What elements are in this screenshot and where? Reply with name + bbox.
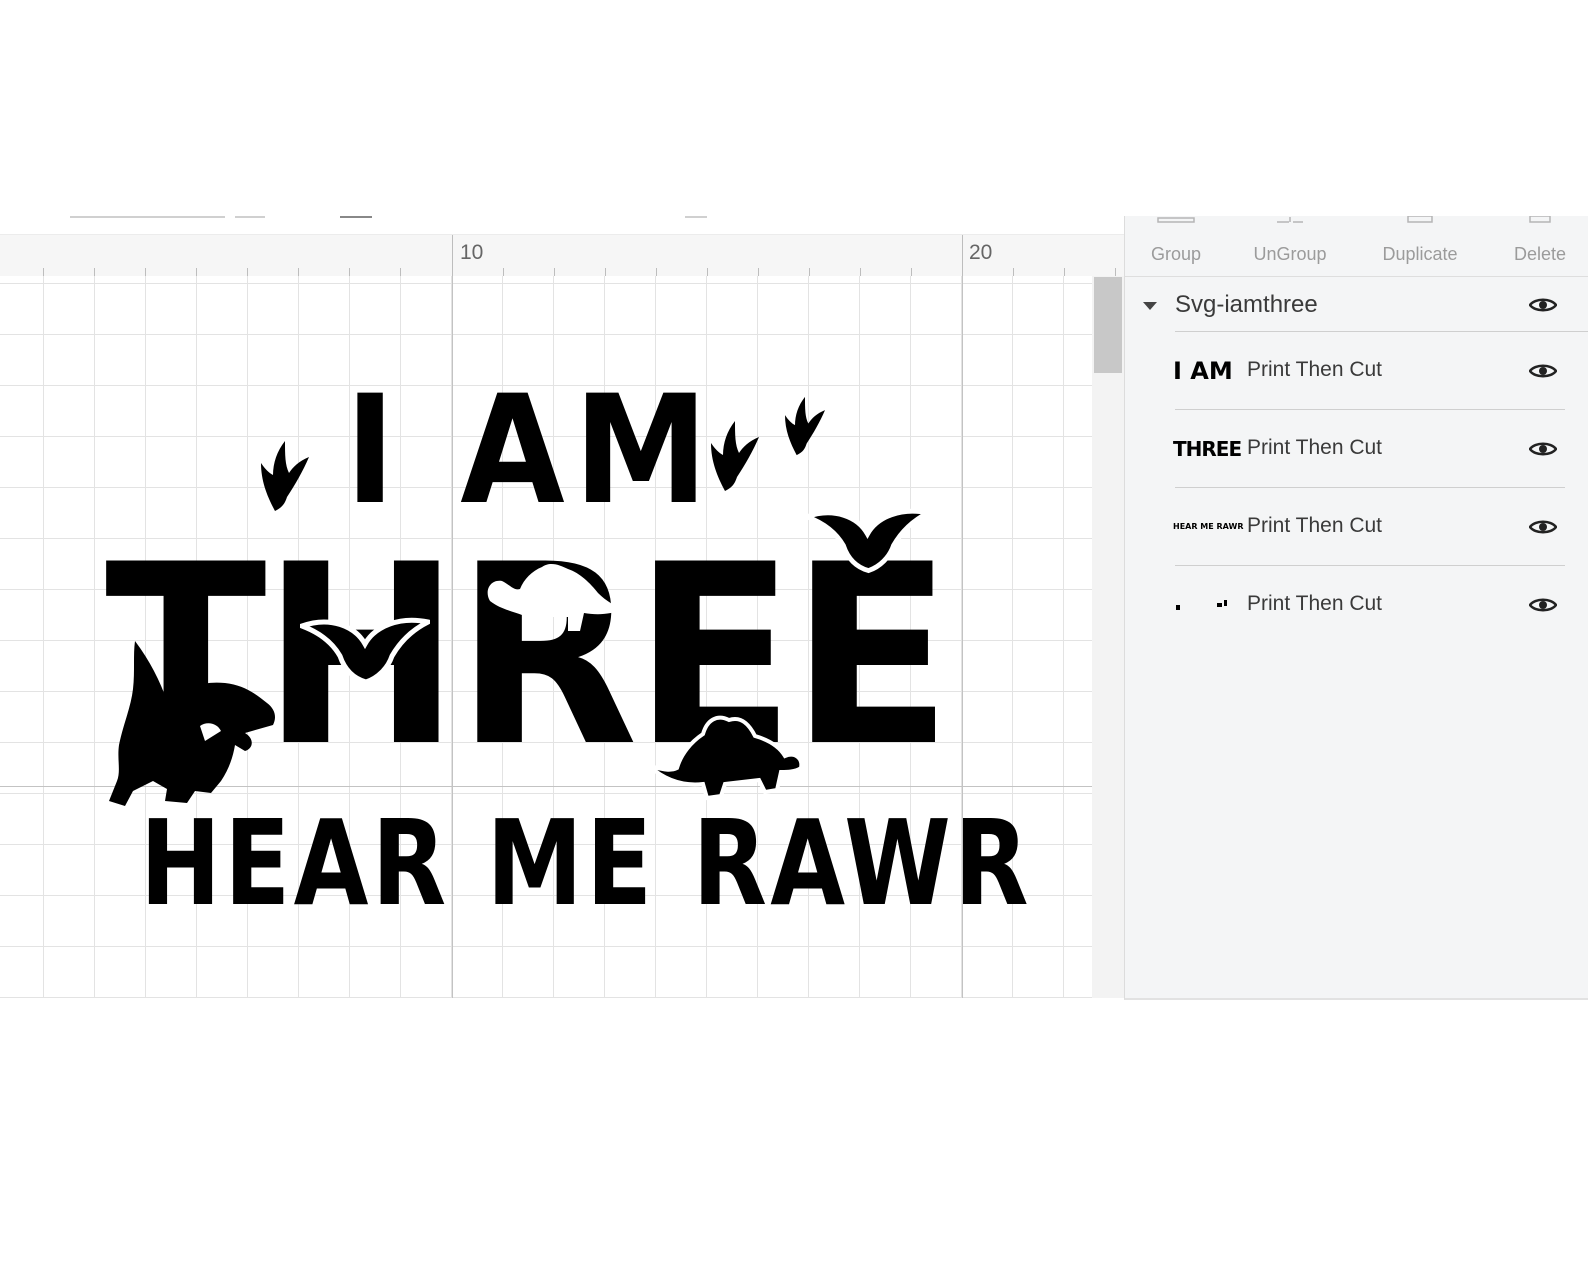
group-button[interactable]: Group: [1141, 216, 1211, 276]
design-text-hear-me-rawr[interactable]: HEAR ME RAWR: [140, 804, 1032, 922]
layer-row[interactable]: HEAR ME RAWR Print Then Cut: [1125, 488, 1588, 566]
layer-thumbnail: [1173, 588, 1233, 622]
layer-thumbnail: I AM: [1173, 354, 1233, 388]
layer-row[interactable]: Print Then Cut: [1125, 566, 1588, 644]
design-text-i-am[interactable]: I AM: [345, 376, 717, 526]
layer-label: Print Then Cut: [1247, 514, 1383, 537]
eye-icon[interactable]: [1529, 440, 1557, 458]
eye-icon[interactable]: [1529, 362, 1557, 380]
ruler-label-10: 10: [460, 241, 484, 264]
duplicate-button-label: Duplicate: [1382, 244, 1458, 264]
pterodactyl-icon: [300, 617, 430, 685]
layers-toolbar: Group UnGroup Duplicate Delete: [1125, 216, 1588, 277]
ungroup-button[interactable]: UnGroup: [1249, 216, 1331, 276]
pterodactyl-icon: [805, 508, 930, 574]
layer-group-row[interactable]: Svg-iamthree: [1125, 276, 1588, 332]
scrollbar-thumb[interactable]: [1094, 277, 1122, 373]
delete-button[interactable]: Delete: [1509, 216, 1571, 276]
caret-down-icon[interactable]: [1142, 301, 1158, 311]
layer-thumbnail-text: HEAR ME RAWR: [1173, 522, 1244, 531]
layer-row[interactable]: THREE Print Then Cut: [1125, 410, 1588, 488]
design-space-app: 10 20 I AM THREE HEAR ME RAWR Group UnGr…: [0, 216, 1588, 1010]
layer-thumbnail-text: THREE: [1173, 437, 1242, 461]
layer-label: Print Then Cut: [1247, 358, 1383, 381]
eye-icon[interactable]: [1529, 596, 1557, 614]
stegosaurus-icon: [645, 715, 804, 801]
layers-panel: Group UnGroup Duplicate Delete Svg-iamth…: [1124, 216, 1588, 1000]
stegosaurus-icon: [487, 563, 624, 631]
canvas-scrollbar[interactable]: [1092, 276, 1125, 998]
delete-button-label: Delete: [1513, 244, 1567, 264]
ungroup-button-label: UnGroup: [1253, 244, 1327, 264]
layer-thumbnail: HEAR ME RAWR: [1173, 510, 1243, 544]
ruler-label-20: 20: [969, 241, 993, 264]
footprint-icon: [261, 441, 309, 511]
duplicate-button[interactable]: Duplicate: [1377, 216, 1463, 276]
delete-icon: [1529, 216, 1551, 223]
ungroup-icon: [1277, 217, 1303, 223]
layer-row[interactable]: I AM Print Then Cut: [1125, 332, 1588, 410]
design-canvas[interactable]: I AM THREE HEAR ME RAWR: [0, 276, 1092, 998]
footprint-icon: [785, 396, 825, 456]
eye-icon[interactable]: [1529, 518, 1557, 536]
eye-icon[interactable]: [1529, 296, 1557, 314]
layer-thumbnail-text: I AM: [1173, 357, 1233, 385]
t-rex-icon: [109, 641, 275, 806]
duplicate-icon: [1407, 216, 1433, 223]
group-icon: [1157, 217, 1195, 223]
layer-label: Print Then Cut: [1247, 592, 1383, 615]
dinosaur-thumbnail-icon: [1176, 600, 1227, 610]
layer-group-name: Svg-iamthree: [1175, 291, 1318, 318]
layer-label: Print Then Cut: [1247, 436, 1383, 459]
horizontal-ruler: 10 20: [0, 234, 1125, 278]
group-button-label: Group: [1150, 244, 1202, 264]
layer-thumbnail: THREE: [1173, 432, 1242, 466]
top-toolbar-strip: [0, 216, 1125, 234]
footprint-icon: [711, 421, 759, 491]
